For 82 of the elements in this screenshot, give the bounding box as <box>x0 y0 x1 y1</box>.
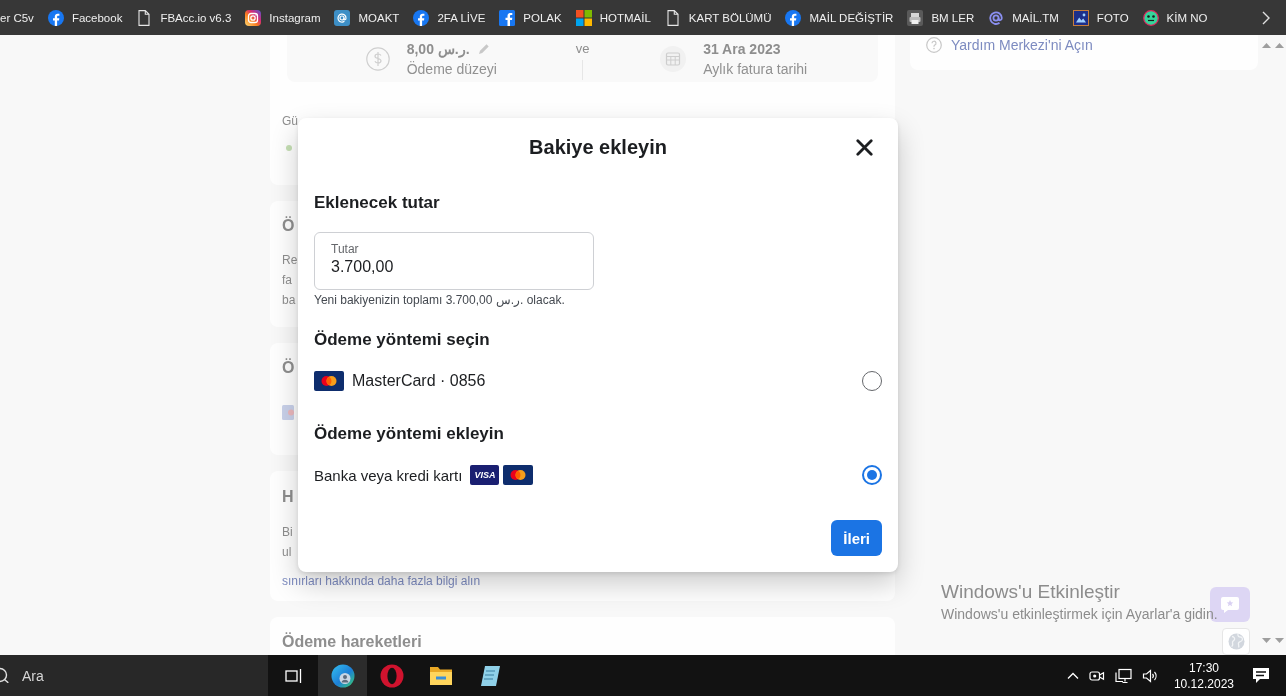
field-hint: Yeni bakiyenizin toplamı 3.700,00 ر.س. olacak. <box>314 293 566 307</box>
opera-icon <box>379 663 404 688</box>
facebook-icon <box>499 9 516 26</box>
section-heading: Ödeme yöntemi seçin <box>314 329 491 351</box>
clock-date[interactable]: 10.12.2023 <box>1173 675 1234 692</box>
calendar-icon <box>660 45 687 72</box>
card-text: ul <box>282 544 293 561</box>
billing-date-label: Aylık fatura tarihi <box>703 60 808 77</box>
spending-limit-text: Gü <box>282 113 298 129</box>
facebook-icon <box>785 9 802 26</box>
folder-icon <box>428 665 453 686</box>
speaker-icon[interactable] <box>1141 667 1158 684</box>
section-heading: Ödeme yöntemi ekleyin <box>314 423 505 445</box>
bookmark-link[interactable]: MAİL DEĞİŞTİR <box>785 9 894 26</box>
bookmark-link[interactable]: er C5v <box>0 11 34 24</box>
help-icon <box>926 37 942 53</box>
section-heading: Eklenecek tutar <box>314 192 441 214</box>
search-icon <box>0 667 9 683</box>
bookmark-link[interactable]: Facebook <box>47 9 123 26</box>
bookmark-link[interactable]: KART BÖLÜMÜ <box>664 9 772 26</box>
mastercard-icon <box>314 371 344 391</box>
taskbar-button[interactable] <box>318 655 367 696</box>
activation-text: Windows'u etkinleştirmek için Ayarlar'a gidin. <box>941 605 1218 623</box>
bookmark-link[interactable]: KİM NO <box>1142 9 1208 26</box>
card-title: H <box>282 487 295 507</box>
separator-text: ve <box>575 42 590 56</box>
notification-icon[interactable] <box>1252 667 1270 684</box>
search-field[interactable]: Ara <box>0 655 268 696</box>
mastercard-icon <box>503 465 534 485</box>
bookmark-link[interactable]: FOTO <box>1072 9 1129 26</box>
task-view-icon <box>284 667 303 684</box>
card-title: Ö <box>282 358 296 378</box>
next-button[interactable]: İleri <box>831 520 882 556</box>
four-squares-icon <box>575 9 592 26</box>
printer-icon <box>907 9 924 26</box>
at-sign-icon <box>334 9 351 26</box>
document-icon <box>664 9 681 26</box>
radio-button[interactable] <box>862 465 882 485</box>
browser-icon <box>330 663 355 688</box>
close-icon <box>856 138 873 156</box>
card-text: Re <box>282 252 298 269</box>
payment-option-label: Banka veya kredi kartı <box>314 466 463 484</box>
bookmark-link[interactable]: 2FA LİVE <box>413 9 486 26</box>
clock-time[interactable]: 17:30 <box>1188 659 1219 676</box>
bookmark-link[interactable]: POLAK <box>499 9 562 26</box>
bookmark-link[interactable]: HOTMAİL <box>575 9 651 26</box>
facebook-icon <box>413 9 430 26</box>
card-icon <box>282 405 294 420</box>
card-title: Ö <box>282 216 296 236</box>
bookmark-link[interactable]: Instagram <box>245 9 321 26</box>
bookmark-link[interactable]: MOAKT <box>334 9 400 26</box>
close-button[interactable] <box>856 138 873 156</box>
card-text: Bi <box>282 524 294 541</box>
activation-title: Windows'u Etkinleştir <box>941 581 1121 603</box>
payment-level-value: 8,00 ر.س. <box>406 40 470 57</box>
card-title: Ödeme hareketleri <box>282 632 423 652</box>
dollar-icon <box>365 46 390 71</box>
visa-logo: VISA <box>470 465 500 485</box>
document-icon <box>136 9 153 26</box>
payment-option-label: MasterCard · 0856 <box>352 372 486 390</box>
chevron-right-icon[interactable] <box>1262 10 1270 25</box>
card-text: fa <box>282 272 293 289</box>
payment-level-label: Ödeme düzeyi <box>406 60 497 77</box>
instagram-icon <box>245 9 262 26</box>
globe-icon <box>1227 633 1245 650</box>
picture-icon <box>1072 9 1089 26</box>
network-icon[interactable] <box>1114 667 1132 684</box>
chat-icon <box>1220 596 1240 613</box>
status-dot-icon <box>286 145 292 151</box>
bookmark-link[interactable]: BM LER <box>907 9 975 26</box>
billing-date-value: 31 Ara 2023 <box>703 40 782 57</box>
smiley-icon <box>1142 9 1159 26</box>
facebook-icon <box>47 9 64 26</box>
bookmark-link[interactable]: MAİL.TM <box>988 9 1059 26</box>
radio-button[interactable] <box>862 371 882 391</box>
notepad-icon <box>478 664 501 687</box>
chevron-up-icon[interactable] <box>1066 672 1079 679</box>
at-sign-icon <box>988 9 1005 26</box>
bookmark-link[interactable]: FBAcc.io v6.3 <box>136 9 232 26</box>
card-text: ba <box>282 292 297 309</box>
field-label: Tutar <box>331 242 359 256</box>
dialog-title: Bakiye ekleyin <box>529 135 667 159</box>
